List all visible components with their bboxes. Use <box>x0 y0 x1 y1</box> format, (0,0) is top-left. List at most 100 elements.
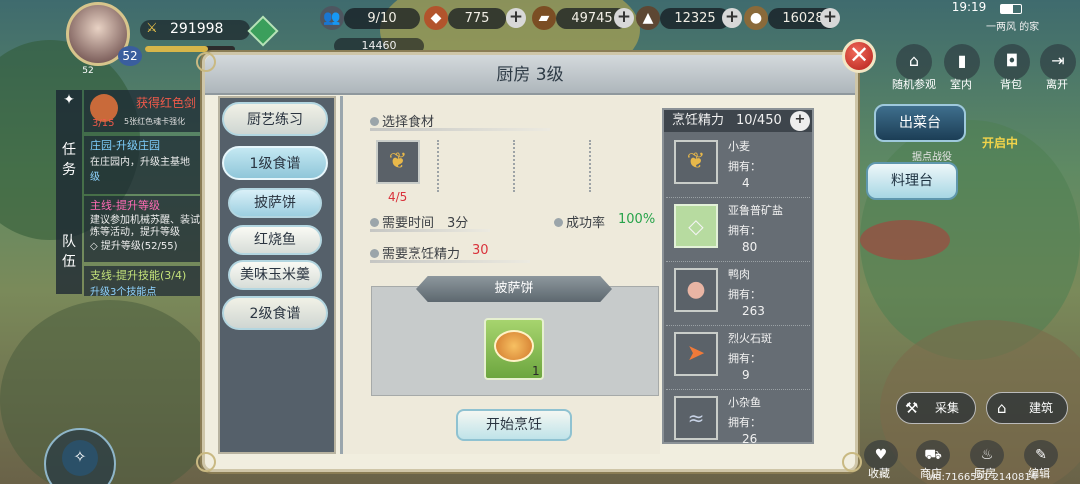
tab-task[interactable]: 任务 <box>58 140 80 180</box>
gather-label: 采集 <box>935 401 960 415</box>
ingredient-row[interactable]: ● 鸭肉 拥有： 263 <box>666 262 810 326</box>
reward-card[interactable]: 获得红色剑 3/15 5张红色魂卡强化 <box>84 90 212 132</box>
building-icon: ⌂ <box>997 399 1007 417</box>
quest-item[interactable]: 支线-提升技能(3/4) 升级3个技能点 <box>84 266 212 298</box>
clover-icon[interactable] <box>247 15 279 47</box>
door-icon[interactable]: ▮ <box>944 44 980 80</box>
quest-title: 庄园-升级庄园 <box>90 139 160 152</box>
slot-divider <box>437 140 439 192</box>
bullet-icon <box>370 117 379 126</box>
bullet-icon <box>370 249 379 258</box>
dish-count: 1 <box>532 364 540 378</box>
cooking-station-button[interactable]: 料理台 <box>866 162 958 200</box>
bag-icon[interactable]: ◘ <box>994 44 1030 80</box>
player-level-small: 52 <box>82 66 94 76</box>
gather-button[interactable]: ⚒ 采集 <box>896 392 976 424</box>
reward-desc: 5张红色魂卡强化 <box>124 117 186 126</box>
ingredient-count: 263 <box>742 304 765 318</box>
quest-title: 主线-提升等级 <box>90 199 160 212</box>
add-ore-button[interactable]: + <box>506 8 526 28</box>
compass-icon[interactable]: ✧ <box>62 440 98 476</box>
recipe-corn-soup[interactable]: 美味玉米羹 <box>228 260 322 290</box>
recipe-name-banner: 披萨饼 <box>416 276 612 302</box>
fish-icon: ➤ <box>674 332 718 376</box>
tab-team[interactable]: 队伍 <box>58 232 80 272</box>
resource-people: 9/10 <box>344 8 420 29</box>
slot-divider <box>513 140 515 192</box>
window-title: 厨房 3级 <box>496 65 564 85</box>
add-energy-button[interactable]: + <box>790 111 810 131</box>
small-fish-icon: ≈ <box>674 396 718 440</box>
house-icon[interactable]: ⌂ <box>896 44 932 80</box>
corner-ornament <box>842 452 862 472</box>
ingredient-name: 亚鲁普矿盐 <box>728 204 783 217</box>
diamond-icon: ✦ <box>63 92 75 108</box>
add-wood-button[interactable]: + <box>614 8 634 28</box>
build-label: 建筑 <box>1029 401 1054 415</box>
dish-slot[interactable]: 1 <box>484 318 544 380</box>
quest-extra: ◇ 提升等级(52/55) <box>90 241 178 252</box>
own-label: 拥有： <box>728 352 761 365</box>
quest-desc: 在庄园内，升级主基地 <box>90 157 190 168</box>
build-button[interactable]: ⌂ 建筑 <box>986 392 1068 424</box>
ingredient-name: 小杂鱼 <box>728 396 761 409</box>
wood-icon: ▰ <box>532 6 556 30</box>
slot-count: 4/5 <box>388 190 408 204</box>
ingredient-row[interactable]: ➤ 烈火石斑 拥有： 9 <box>666 326 810 390</box>
tab-level2-recipes[interactable]: 2级食谱 <box>222 296 328 330</box>
status-open: 开启中 <box>982 136 1019 150</box>
exp-fill <box>145 46 208 52</box>
exit-icon[interactable]: ⇥ <box>1040 44 1076 80</box>
resource-ore: 775 <box>448 8 506 29</box>
ore-icon: ◆ <box>424 6 448 30</box>
underline <box>370 260 530 263</box>
ingredient-slot[interactable]: ❦ <box>376 140 420 184</box>
battery-icon <box>1000 4 1022 14</box>
bullet-icon <box>554 218 563 227</box>
power-pill: ⚔ 291998 <box>140 20 250 40</box>
exit-label: 离开 <box>1046 78 1068 91</box>
energy-header-value: 10/450 <box>736 113 782 128</box>
game-scene: 52 52 ⚔ 291998 👥 9/10 ◆ 775 + ▰ 49745 + … <box>0 0 1080 484</box>
own-label: 拥有： <box>728 160 761 173</box>
ingredient-name: 鸭肉 <box>728 268 750 281</box>
random-visit-label: 随机参观 <box>892 78 936 91</box>
ingredient-row[interactable]: ≈ 小杂鱼 拥有： 26 <box>666 390 810 454</box>
ingredient-row[interactable]: ❦ 小麦 拥有： 4 <box>666 134 810 198</box>
ingredient-count: 26 <box>742 432 758 446</box>
own-label: 拥有： <box>728 288 761 301</box>
quest-title: 支线-提升技能(3/4) <box>90 269 187 282</box>
clock: 19:19 <box>951 0 987 14</box>
quest-item[interactable]: 主线-提升等级 建议参加机械苏醒、装试炼等活动，提升等级 ◇ 提升等级(52/5… <box>84 196 212 262</box>
wheat-icon: ❦ <box>674 140 718 184</box>
tab-level1-recipes[interactable]: 1级食谱 <box>222 146 328 180</box>
power-icon: ⚔ <box>146 21 158 36</box>
add-gold-button[interactable]: + <box>820 8 840 28</box>
success-value: 100% <box>618 212 656 227</box>
recipe-pizza[interactable]: 披萨饼 <box>228 188 322 218</box>
shovel-icon: ⚒ <box>905 399 919 417</box>
battery-level <box>1001 5 1013 13</box>
ingredient-row[interactable]: ◇ 亚鲁普矿盐 拥有： 80 <box>666 198 810 262</box>
corner-ornament <box>196 52 216 72</box>
underline <box>370 128 550 131</box>
close-icon: ✕ <box>848 41 870 69</box>
add-stone-button[interactable]: + <box>722 8 742 28</box>
reward-progress: 3/15 <box>92 118 115 129</box>
tab-cooking-practice[interactable]: 厨艺练习 <box>222 102 328 136</box>
collect-label: 收藏 <box>868 467 890 480</box>
success-label: 成功率 <box>554 212 605 231</box>
ingredient-count: 4 <box>742 176 750 190</box>
quest-item[interactable]: 庄园-升级庄园 在庄园内，升级主基地 级 <box>84 136 212 194</box>
recipe-braised-fish[interactable]: 红烧鱼 <box>228 225 322 255</box>
quest-desc: 升级3个技能点 <box>90 287 157 298</box>
indoor-label: 室内 <box>950 78 972 91</box>
ingredient-name: 烈火石斑 <box>728 332 772 345</box>
serve-counter-button[interactable]: 出菜台 <box>874 104 966 142</box>
uid-label: uid:7166591 2140814 <box>926 472 1038 483</box>
close-button[interactable]: ✕ <box>842 39 876 73</box>
quest-extra: 级 <box>90 172 100 183</box>
energy-value: 30 <box>472 243 489 258</box>
start-cooking-button[interactable]: 开始烹饪 <box>456 409 572 441</box>
player-level-badge: 52 <box>118 46 142 66</box>
